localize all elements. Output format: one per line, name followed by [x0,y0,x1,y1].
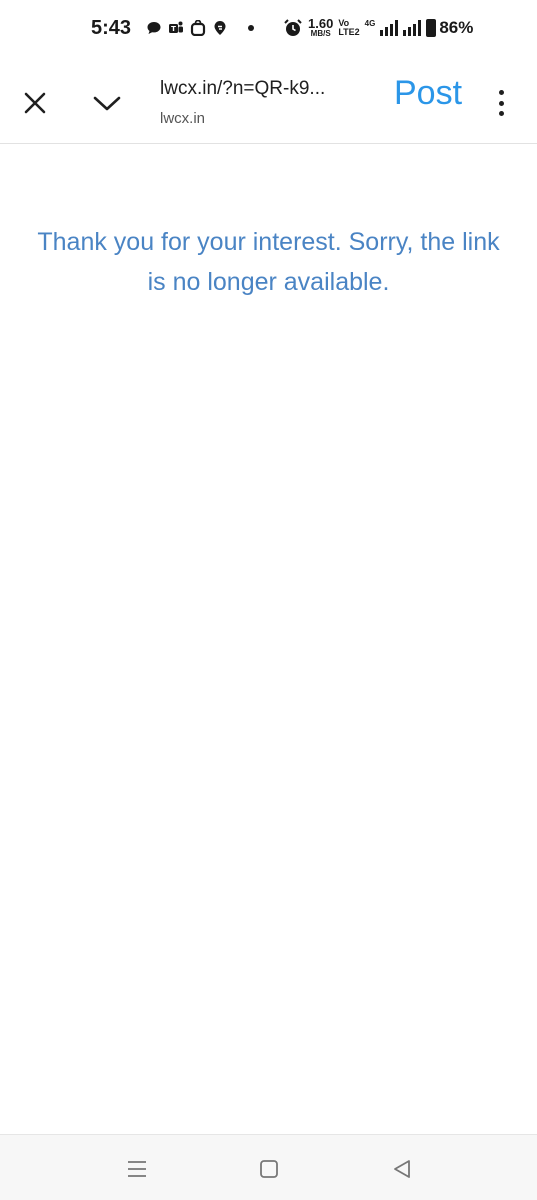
back-icon [394,1160,410,1178]
battery-level: 86% [439,17,474,37]
unavailable-message: Thank you for your interest. Sorry, the … [37,228,500,296]
notification-icons: T [146,20,254,36]
more-notifications-dot [248,25,254,31]
more-dot [498,100,504,106]
alarm-icon [284,18,302,36]
network-speed: 1.60 MB/S [308,16,334,38]
close-button[interactable] [20,88,50,118]
signal-sim1-icon [380,19,399,36]
battery-indicator: 86% [426,18,473,38]
page-domain: lwcx.in [160,110,206,127]
recent-apps-button[interactable] [126,1159,148,1179]
chevron-down-icon [93,96,121,111]
status-time: 5:43 [91,17,132,39]
system-nav-bar [0,1134,537,1200]
status-bar: 5:43 T 1.60 MB/S Vo LTE2 4G 86% [0,0,537,62]
shopping-bag-icon [190,20,206,36]
recents-icon [128,1161,146,1177]
custom-tab-header: lwcx.in/?n=QR-k9... lwcx.in Post [0,62,537,144]
svg-text:T: T [171,25,176,33]
signal-sim2-icon [403,19,422,36]
back-button[interactable] [391,1158,413,1180]
battery-icon [426,18,437,37]
volte-indicator: Vo LTE2 [338,17,360,37]
screen: 5:43 T 1.60 MB/S Vo LTE2 4G 86% lwcx.in/… [0,0,537,1200]
close-icon [24,92,46,114]
post-button[interactable]: Post [394,74,462,113]
more-dot [498,90,504,95]
home-button[interactable] [259,1159,279,1179]
network-type: 4G [364,19,376,28]
more-options-button[interactable] [490,86,512,120]
page-url[interactable]: lwcx.in/?n=QR-k9... [160,78,325,100]
minimize-button[interactable] [90,88,124,118]
more-dot [498,111,504,116]
status-indicators: 1.60 MB/S Vo LTE2 4G 86% [283,17,473,38]
teams-icon: T [169,21,183,33]
chat-bubble-icon [147,22,161,34]
home-icon [260,1160,278,1178]
swiggy-icon [214,21,226,35]
